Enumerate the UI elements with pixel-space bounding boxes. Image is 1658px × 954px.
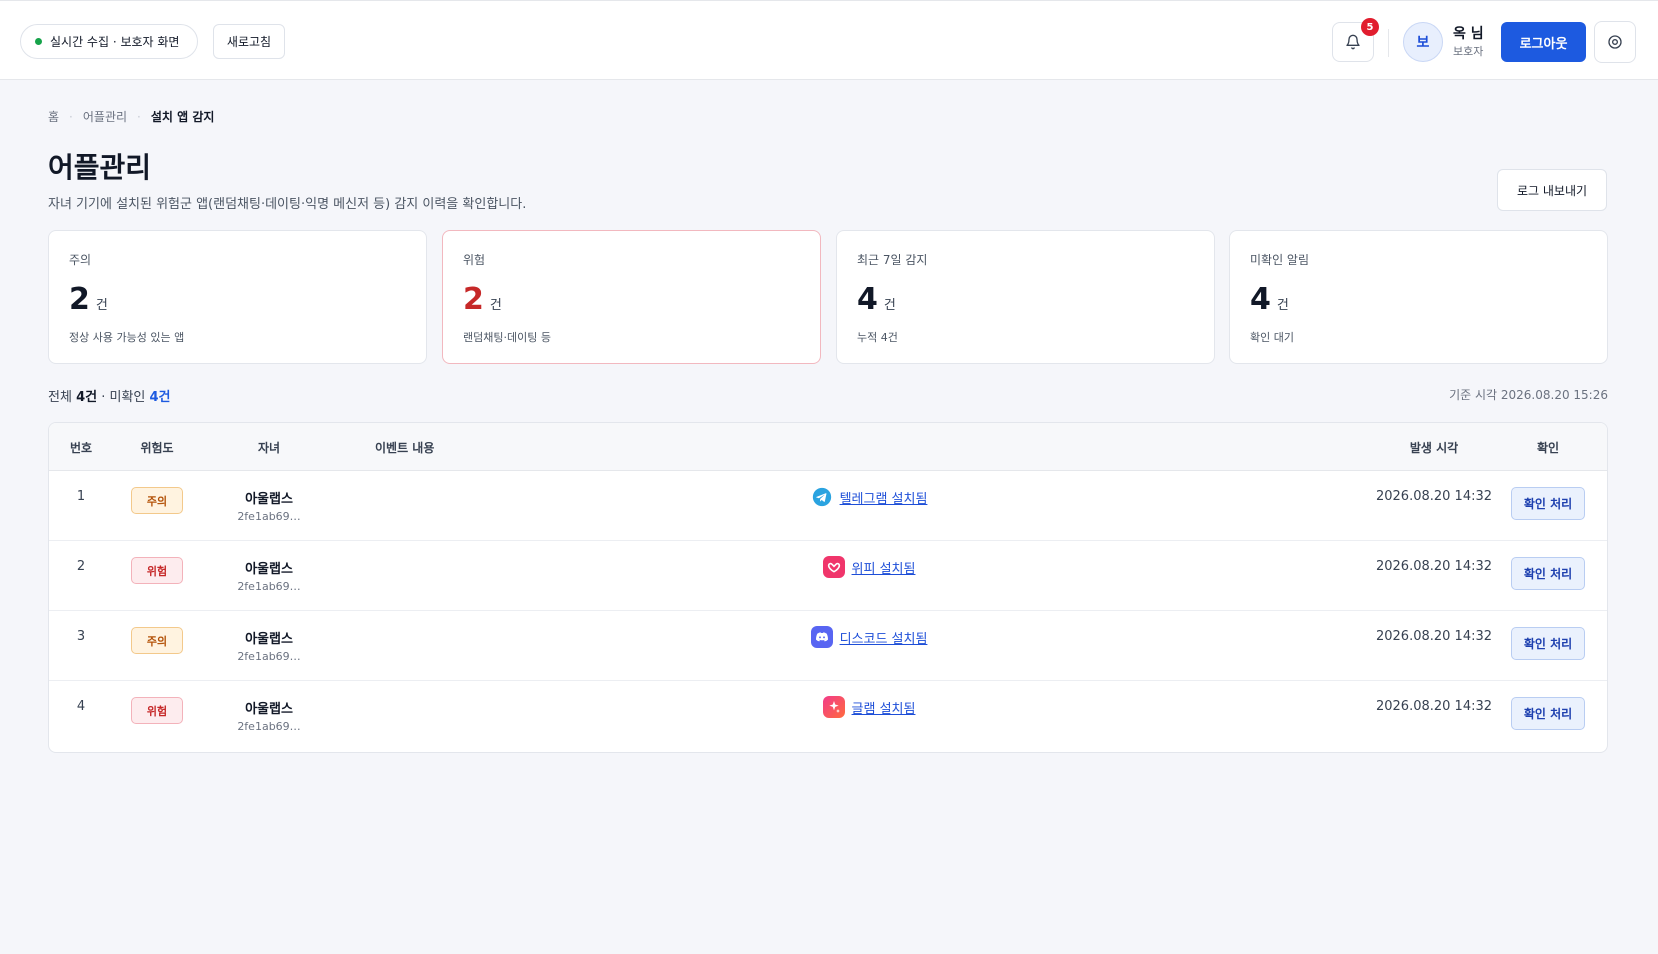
event-link[interactable]: 텔레그램 설치됨 bbox=[840, 488, 928, 507]
child-name: 아울랩스 bbox=[245, 702, 293, 717]
stat-value: 2 bbox=[463, 282, 484, 317]
col-header-child: 자녀 bbox=[257, 440, 281, 455]
risk-badge: 위험 bbox=[131, 557, 183, 584]
breadcrumb-home[interactable]: 홈 bbox=[48, 108, 59, 125]
child-name: 아울랩스 bbox=[245, 632, 293, 647]
child-id: 2fe1ab69… bbox=[237, 720, 301, 733]
unread-count: 4건 bbox=[149, 390, 171, 405]
refresh-button[interactable]: 새로고침 bbox=[213, 24, 285, 59]
telegram-icon bbox=[811, 486, 833, 508]
confirm-button[interactable]: 확인 처리 bbox=[1511, 627, 1585, 660]
stat-subtext: 정상 사용 가능성 있는 앱 bbox=[69, 331, 185, 344]
list-summary: 전체 4건 · 미확인 4건 bbox=[48, 386, 171, 405]
live-status-pill: 실시간 수집 · 보호자 화면 bbox=[20, 24, 198, 59]
export-log-button[interactable]: 로그 내보내기 bbox=[1497, 169, 1607, 211]
stat-unit: 건 bbox=[883, 298, 896, 313]
confirm-button[interactable]: 확인 처리 bbox=[1511, 697, 1585, 730]
notification-button[interactable]: 5 bbox=[1332, 18, 1379, 62]
stat-subtext: 랜덤채팅·데이팅 등 bbox=[463, 331, 551, 344]
unread-prefix: · 미확인 bbox=[101, 390, 146, 405]
risk-badge: 위험 bbox=[131, 697, 183, 724]
stat-card-caution: 주의 2 건 정상 사용 가능성 있는 앱 bbox=[48, 230, 427, 364]
avatar[interactable]: 보 bbox=[1403, 22, 1443, 62]
event-time: 2026.08.20 14:32 bbox=[1375, 629, 1493, 644]
table-row: 4 위험 아울랩스 2fe1ab69… 글램 설치됨 2026.08.20 14… bbox=[49, 681, 1607, 751]
event-time: 2026.08.20 14:32 bbox=[1375, 699, 1493, 714]
table-header: 번호 위험도 자녀 이벤트 내용 발생 시각 확인 bbox=[49, 423, 1607, 471]
wippy-icon bbox=[822, 556, 845, 578]
stat-value: 4 bbox=[1250, 282, 1271, 317]
event-time: 2026.08.20 14:32 bbox=[1375, 489, 1493, 504]
breadcrumb-separator: · bbox=[69, 109, 73, 124]
confirm-button[interactable]: 확인 처리 bbox=[1511, 557, 1585, 590]
bell-icon bbox=[1346, 34, 1360, 50]
user-name: 옥 님 bbox=[1453, 26, 1484, 42]
top-header: 실시간 수집 · 보호자 화면 새로고침 5 보 옥 님 보호자 로그아웃 bbox=[0, 0, 1658, 80]
breadcrumb-separator: · bbox=[137, 109, 141, 124]
col-header-no: 번호 bbox=[69, 440, 93, 455]
event-link[interactable]: 디스코드 설치됨 bbox=[840, 628, 928, 647]
risk-badge: 주의 bbox=[131, 487, 183, 514]
event-content: 글램 설치됨 bbox=[429, 696, 1309, 718]
stat-label: 미확인 알림 bbox=[1250, 253, 1310, 267]
table-row: 1 주의 아울랩스 2fe1ab69… 텔레그램 설치됨 2026.08.20 … bbox=[49, 471, 1607, 541]
stat-card-danger: 위험 2 건 랜덤채팅·데이팅 등 bbox=[442, 230, 821, 364]
detection-table: 번호 위험도 자녀 이벤트 내용 발생 시각 확인 1 주의 아울랩스 2fe1… bbox=[48, 422, 1608, 753]
stat-label: 주의 bbox=[69, 253, 92, 267]
glam-icon bbox=[822, 696, 845, 718]
stat-value: 4 bbox=[857, 282, 878, 317]
event-content: 텔레그램 설치됨 bbox=[429, 486, 1309, 508]
confirm-button[interactable]: 확인 처리 bbox=[1511, 487, 1585, 520]
col-header-event: 이벤트 내용 bbox=[375, 440, 435, 455]
user-role: 보호자 bbox=[1453, 45, 1484, 58]
event-content: 위피 설치됨 bbox=[429, 556, 1309, 578]
col-header-time: 발생 시각 bbox=[1409, 440, 1459, 455]
header-divider bbox=[1388, 29, 1389, 57]
stat-unit: 건 bbox=[489, 298, 502, 313]
child-name: 아울랩스 bbox=[245, 492, 293, 507]
child-name: 아울랩스 bbox=[245, 562, 293, 577]
status-dot-icon bbox=[35, 38, 42, 45]
event-content: 디스코드 설치됨 bbox=[429, 626, 1309, 648]
total-prefix: 전체 bbox=[48, 390, 72, 405]
table-row: 2 위험 아울랩스 2fe1ab69… 위피 설치됨 2026.08.20 14… bbox=[49, 541, 1607, 611]
stat-unit: 건 bbox=[1276, 298, 1289, 313]
breadcrumb-current: 설치 앱 감지 bbox=[150, 110, 215, 124]
target-settings-icon bbox=[1608, 35, 1622, 49]
event-link[interactable]: 위피 설치됨 bbox=[852, 558, 916, 577]
notification-count-badge: 5 bbox=[1361, 18, 1379, 36]
stat-unit: 건 bbox=[95, 298, 108, 313]
reference-timestamp: 기준 시각 2026.08.20 15:26 bbox=[1449, 388, 1608, 402]
status-label: 실시간 수집 · 보호자 화면 bbox=[50, 35, 180, 49]
col-header-confirm: 확인 bbox=[1536, 440, 1560, 455]
settings-button[interactable] bbox=[1594, 21, 1636, 63]
row-number: 2 bbox=[76, 559, 86, 574]
stat-label: 최근 7일 감지 bbox=[857, 253, 928, 267]
breadcrumb: 홈 · 어플관리 · 설치 앱 감지 bbox=[48, 108, 214, 125]
event-link[interactable]: 글램 설치됨 bbox=[852, 698, 916, 717]
stat-subtext: 확인 대기 bbox=[1250, 331, 1294, 344]
child-id: 2fe1ab69… bbox=[237, 580, 301, 593]
row-number: 1 bbox=[76, 489, 86, 504]
risk-badge: 주의 bbox=[131, 627, 183, 654]
breadcrumb-app-management[interactable]: 어플관리 bbox=[83, 108, 127, 125]
stat-card-recent-7days: 최근 7일 감지 4 건 누적 4건 bbox=[836, 230, 1215, 364]
stat-value: 2 bbox=[69, 282, 90, 317]
logout-button[interactable]: 로그아웃 bbox=[1501, 22, 1586, 62]
child-id: 2fe1ab69… bbox=[237, 510, 301, 523]
event-time: 2026.08.20 14:32 bbox=[1375, 559, 1493, 574]
stat-label: 위험 bbox=[463, 253, 486, 267]
table-row: 3 주의 아울랩스 2fe1ab69… 디스코드 설치됨 2026.08.20 … bbox=[49, 611, 1607, 681]
page-title: 어플관리 bbox=[48, 151, 152, 184]
row-number: 4 bbox=[76, 699, 86, 714]
page-description: 자녀 기기에 설치된 위험군 앱(랜덤채팅·데이팅·익명 메신저 등) 감지 이… bbox=[48, 197, 527, 212]
col-header-risk: 위험도 bbox=[140, 440, 174, 455]
stat-subtext: 누적 4건 bbox=[857, 331, 898, 344]
discord-icon bbox=[810, 626, 833, 648]
row-number: 3 bbox=[76, 629, 86, 644]
total-count: 4건 bbox=[76, 390, 98, 405]
stat-card-unread: 미확인 알림 4 건 확인 대기 bbox=[1229, 230, 1608, 364]
child-id: 2fe1ab69… bbox=[237, 650, 301, 663]
